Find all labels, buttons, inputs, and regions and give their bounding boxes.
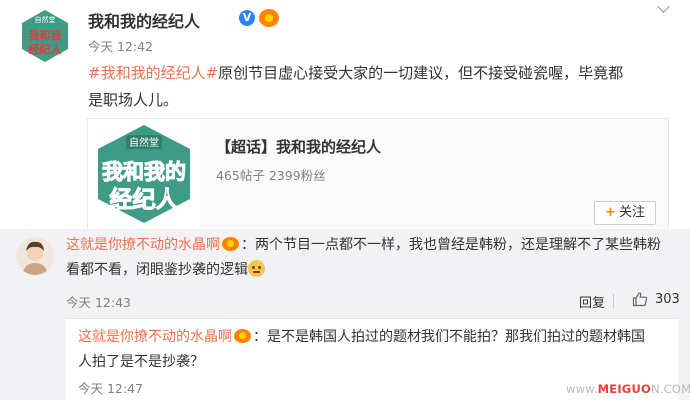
- vip-crown-icon: [259, 9, 279, 27]
- site-watermark: www.MEIGUON.COM: [566, 382, 690, 396]
- post-author-avatar[interactable]: 自然堂 我和我 经纪人: [16, 6, 74, 64]
- comment-text-line1: ：两个节目一点都不一样，我也曾经是韩粉，还是理解不了某些韩粉: [241, 237, 661, 253]
- post-author-name[interactable]: 我和我的经纪人: [88, 8, 200, 32]
- super-topic-stats: 465帖子 2399粉丝: [216, 168, 326, 183]
- follow-button[interactable]: + 关注: [594, 201, 656, 225]
- commenter-name[interactable]: 这就是你撩不动的水晶啊: [66, 237, 220, 253]
- plus-icon: +: [605, 205, 616, 220]
- comment-timestamp: 今天 12:43: [66, 295, 131, 310]
- post-text-line1: 原创节目虚心接受大家的一切建议，但不接受碰瓷喔，毕竟都: [218, 64, 624, 82]
- super-topic-card[interactable]: 自然堂 我和我的 经纪人 【超话】我和我的经纪人 465帖子 2399粉丝 + 关…: [87, 118, 669, 230]
- reply-text-line2: 人拍了是不是抄袭？: [78, 354, 204, 370]
- thumbs-up-icon[interactable]: [632, 291, 648, 307]
- super-topic-title[interactable]: 【超话】我和我的经纪人: [216, 136, 381, 157]
- follow-label: 关注: [618, 205, 645, 220]
- doge-emoji-icon: [248, 260, 265, 277]
- chevron-down-icon[interactable]: [656, 2, 670, 16]
- reply-author-name[interactable]: 这就是你撩不动的水晶啊: [78, 329, 232, 345]
- post-text-line2: 是职场人儿。: [88, 91, 179, 109]
- reply-timestamp: 今天 12:47: [78, 381, 143, 396]
- super-topic-thumbnail: 自然堂 我和我的 经纪人: [88, 119, 200, 229]
- comments-panel: 这就是你撩不动的水晶啊 ：两个节目一点都不一样，我也曾经是韩粉，还是理解不了某些韩…: [0, 229, 690, 400]
- logo-top-text: 自然堂: [35, 15, 56, 24]
- post-content: #我和我的经纪人#原创节目虚心接受大家的一切建议，但不接受碰瓷喔，毕竟都 是职场…: [88, 60, 678, 114]
- vip-crown-icon: [222, 237, 239, 251]
- show-logo-icon: 自然堂 我和我 经纪人: [16, 6, 74, 64]
- post-timestamp[interactable]: 今天 12:42: [88, 36, 153, 55]
- hashtag-link[interactable]: #我和我的经纪人#: [88, 64, 218, 82]
- like-count: 303: [655, 292, 680, 307]
- reply-button[interactable]: 回复: [579, 292, 605, 311]
- comment-text: 这就是你撩不动的水晶啊 ：两个节目一点都不一样，我也曾经是韩粉，还是理解不了某些韩…: [66, 233, 678, 283]
- show-logo-icon: 自然堂 我和我的 经纪人: [98, 125, 190, 223]
- svg-text:经纪人: 经纪人: [29, 42, 63, 56]
- reply-text: 这就是你撩不动的水晶啊 ：是不是韩国人拍过的题材我们不能拍？那我们拍过的题材韩国 …: [78, 325, 668, 375]
- logo-top-text: 自然堂: [129, 136, 159, 149]
- commenter-avatar[interactable]: [16, 237, 54, 275]
- vip-crown-icon: [234, 329, 251, 343]
- logo-line1: 我和我的: [102, 160, 186, 184]
- verified-icon: V: [239, 10, 255, 26]
- divider: [613, 294, 614, 308]
- logo-line2: 经纪人: [110, 186, 180, 213]
- svg-text:我和我: 我和我: [29, 28, 62, 42]
- reply-text-line1: ：是不是韩国人拍过的题材我们不能拍？那我们拍过的题材韩国: [253, 329, 645, 345]
- comment-text-line2: 看都不看，闭眼鉴抄袭的逻辑: [66, 262, 248, 278]
- person-avatar-icon: [16, 237, 54, 275]
